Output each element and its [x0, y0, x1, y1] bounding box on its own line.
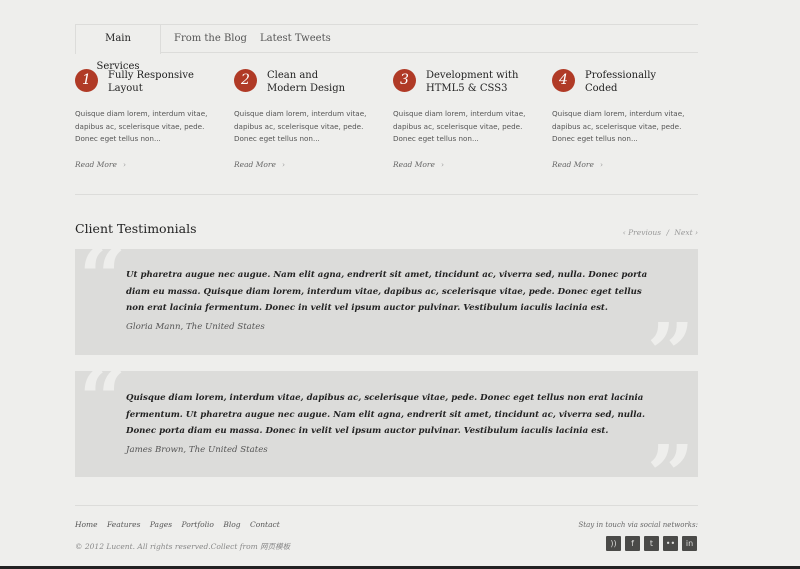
linkedin-icon[interactable]: in [682, 536, 697, 551]
service-title: Development with HTML5 & CSS3 [426, 70, 541, 95]
next-link[interactable]: Next [674, 228, 692, 237]
social-label: Stay in touch via social networks: [578, 521, 698, 529]
testimonial-text: Ut pharetra augue nec augue. Nam elit ag… [126, 270, 648, 313]
service-title-line2: Coded [585, 82, 618, 94]
chevron-right-icon: › [695, 228, 698, 237]
read-more-label: Read More [234, 160, 276, 169]
testimonial-text: Quisque diam lorem, interdum vitae, dapi… [126, 393, 646, 436]
service-number-badge: 1 [75, 69, 98, 92]
section-title: Client Testimonials [75, 221, 197, 236]
service-description: Quisque diam lorem, interdum vitae, dapi… [75, 109, 208, 143]
chevron-right-icon: › [599, 160, 603, 169]
service-title-line1: Clean and [267, 70, 319, 81]
section-divider [75, 194, 698, 195]
footer-divider [75, 505, 698, 506]
chevron-right-icon: › [440, 160, 444, 169]
tab-from-the-blog[interactable]: From the Blog [174, 25, 247, 53]
chevron-left-icon: ‹ [622, 228, 626, 237]
pager-separator: / [666, 228, 669, 237]
footer-link-features[interactable]: Features [107, 520, 140, 529]
previous-link[interactable]: Previous [628, 228, 661, 237]
tab-latest-tweets[interactable]: Latest Tweets [260, 25, 331, 53]
service-description: Quisque diam lorem, interdum vitae, dapi… [234, 109, 367, 143]
quote-open-icon: “ [79, 371, 127, 448]
read-more-label: Read More [75, 160, 117, 169]
testimonial-card: “ ” Quisque diam lorem, interdum vitae, … [75, 371, 698, 477]
read-more-link[interactable]: Read More › [75, 160, 126, 169]
service-number-badge: 3 [393, 69, 416, 92]
service-title: Professionally Coded [585, 70, 700, 95]
footer-link-contact[interactable]: Contact [250, 520, 280, 529]
footer-link-blog[interactable]: Blog [223, 520, 240, 529]
service-title-line1: Development with [426, 70, 519, 81]
testimonial-author: James Brown, The United States [126, 445, 268, 455]
read-more-link[interactable]: Read More › [552, 160, 603, 169]
chevron-right-icon: › [122, 160, 126, 169]
facebook-icon[interactable]: f [625, 536, 640, 551]
read-more-label: Read More [393, 160, 435, 169]
service-title: Fully Responsive Layout [108, 70, 223, 95]
service-title: Clean and Modern Design [267, 70, 382, 95]
read-more-link[interactable]: Read More › [393, 160, 444, 169]
service-title-line2: HTML5 & CSS3 [426, 82, 508, 94]
footer-link-home[interactable]: Home [75, 520, 98, 529]
service-title-line1: Professionally [585, 70, 657, 81]
service-description: Quisque diam lorem, interdum vitae, dapi… [552, 109, 685, 143]
service-description: Quisque diam lorem, interdum vitae, dapi… [393, 109, 526, 143]
tab-main-services[interactable]: Main Services [75, 25, 161, 72]
twitter-icon[interactable]: t [644, 536, 659, 551]
service-title-line2: Layout [108, 82, 143, 94]
quote-open-icon: “ [79, 249, 127, 326]
tabs-bar: Main Services From the Blog Latest Tweet… [75, 24, 698, 72]
copyright-text: © 2012 Lucent. All rights reserved.Colle… [75, 542, 291, 551]
quote-close-icon: ” [646, 428, 694, 477]
footer-link-pages[interactable]: Pages [150, 520, 172, 529]
service-number-badge: 2 [234, 69, 257, 92]
footer-link-portfolio[interactable]: Portfolio [181, 520, 213, 529]
service-number-badge: 4 [552, 69, 575, 92]
chevron-right-icon: › [281, 160, 285, 169]
footer-nav: Home Features Pages Portfolio Blog Conta… [75, 520, 287, 529]
read-more-label: Read More [552, 160, 594, 169]
testimonial-pager: ‹ Previous / Next › [623, 228, 698, 237]
service-title-line2: Modern Design [267, 82, 346, 94]
rss-icon[interactable]: )) [606, 536, 621, 551]
service-title-line1: Fully Responsive [108, 70, 194, 81]
testimonial-author: Gloria Mann, The United States [126, 322, 265, 332]
testimonial-card: “ ” Ut pharetra augue nec augue. Nam eli… [75, 249, 698, 355]
flickr-icon[interactable]: •• [663, 536, 678, 551]
quote-close-icon: ” [646, 306, 694, 355]
read-more-link[interactable]: Read More › [234, 160, 285, 169]
